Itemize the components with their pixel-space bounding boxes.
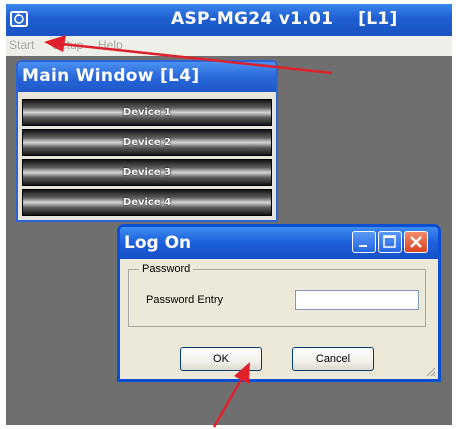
app-titlebar: ASP-MG24 v1.01 [L1]: [6, 4, 452, 36]
minimize-icon: [359, 245, 367, 247]
password-entry-label: Password Entry: [146, 294, 224, 306]
password-groupbox: Password Password Entry: [128, 263, 426, 327]
main-window-titlebar: Main Window [L4]: [18, 62, 276, 92]
logon-titlebar: Log On: [120, 227, 438, 259]
logon-title: Log On: [124, 233, 192, 253]
app-icon: [10, 11, 28, 27]
maximize-button[interactable]: [378, 231, 402, 253]
device-4-button[interactable]: Device 4: [22, 189, 272, 216]
main-window-title: Main Window [L4]: [22, 66, 200, 86]
password-input[interactable]: [295, 290, 419, 310]
menu-help[interactable]: Help: [98, 38, 123, 52]
password-group-label: Password: [139, 263, 194, 275]
close-icon: [410, 236, 422, 248]
ok-button[interactable]: OK: [180, 347, 262, 371]
device-1-button[interactable]: Device 1: [22, 99, 272, 126]
menu-setup[interactable]: Setup: [52, 38, 83, 52]
logon-dialog: Log On Password Password Entry OK Cancel: [117, 224, 441, 382]
resize-grip-icon[interactable]: [424, 365, 436, 377]
maximize-icon: [383, 235, 396, 248]
main-window: Main Window [L4] Device 1 Device 2 Devic…: [16, 60, 278, 222]
close-button[interactable]: [404, 231, 428, 253]
menu-bar: Start Setup Help: [6, 36, 452, 56]
device-2-button[interactable]: Device 2: [22, 129, 272, 156]
minimize-button[interactable]: [352, 231, 376, 253]
app-title: ASP-MG24 v1.01 [L1]: [171, 9, 398, 29]
application-window: ASP-MG24 v1.01 [L1] Start Setup Help Mai…: [6, 4, 452, 425]
cancel-button[interactable]: Cancel: [292, 347, 374, 371]
device-3-button[interactable]: Device 3: [22, 159, 272, 186]
menu-start[interactable]: Start: [9, 38, 34, 52]
